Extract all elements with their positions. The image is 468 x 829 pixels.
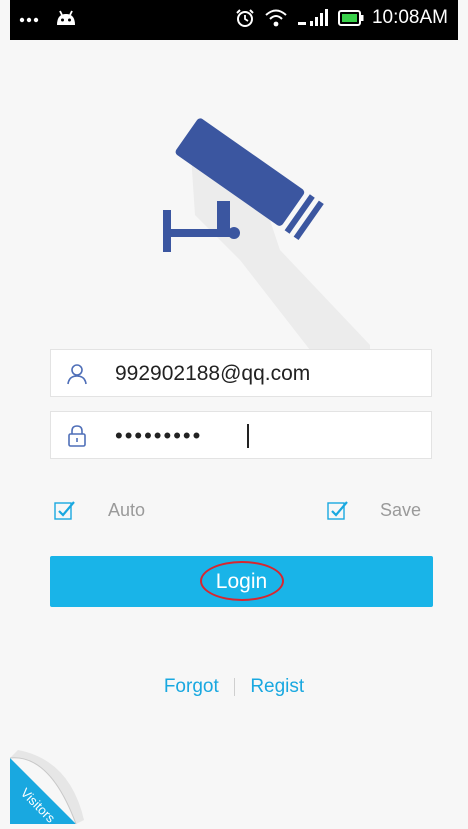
auto-checkbox[interactable]: Auto — [54, 497, 145, 523]
security-camera-icon — [150, 105, 370, 350]
visitors-corner[interactable]: Visitors — [9, 750, 84, 826]
status-bar: 10:08AM — [10, 0, 458, 40]
android-icon — [54, 7, 78, 31]
user-icon — [65, 362, 89, 386]
lock-icon — [65, 424, 89, 448]
checkmark-icon — [327, 499, 349, 521]
status-right-icons: 10:08AM — [234, 7, 448, 29]
auto-label: Auto — [108, 499, 146, 520]
username-value: 992902188@qq.com — [115, 362, 311, 385]
text-caret — [247, 424, 249, 448]
login-button[interactable]: Login — [50, 556, 433, 607]
footer-links: Forgot Regist — [0, 676, 468, 698]
password-field[interactable]: ••••••••• — [50, 411, 432, 459]
password-value: ••••••••• — [115, 423, 203, 448]
link-separator — [234, 678, 236, 696]
save-checkbox[interactable]: Save — [327, 497, 421, 523]
battery-icon — [337, 9, 364, 27]
wifi-icon — [264, 7, 288, 29]
more-dots-icon — [18, 7, 42, 31]
regist-link[interactable]: Regist — [250, 676, 304, 697]
alarm-icon — [234, 7, 256, 29]
status-left-icons — [18, 7, 78, 31]
status-time: 10:08AM — [371, 7, 448, 28]
checkmark-icon — [54, 499, 76, 521]
forgot-link[interactable]: Forgot — [164, 676, 219, 697]
signal-icon — [296, 7, 330, 29]
username-field[interactable]: 992902188@qq.com — [50, 349, 432, 397]
save-label: Save — [380, 499, 422, 520]
annotation-circle — [200, 561, 284, 601]
